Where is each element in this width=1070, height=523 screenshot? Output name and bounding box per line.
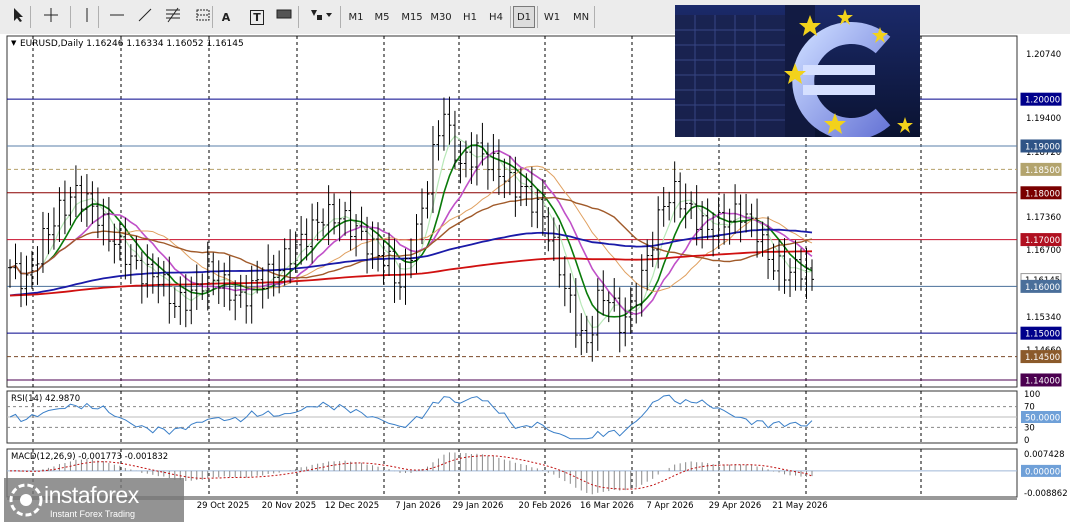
horizontal-line-tool-button[interactable] [106,6,128,28]
ecb-euro-photo [675,5,920,137]
level-tag-text: 1.14500 [1025,353,1060,363]
cursor-tool-button[interactable] [8,6,30,28]
macd-zero-text: 0.000000 [1025,467,1066,477]
fibonacci-tool-button[interactable] [162,6,184,28]
text-label-tool-button[interactable]: T [246,6,268,28]
instaforex-watermark: instaforex Instant Forex Trading [4,478,184,522]
timeframe-w1-button[interactable]: W1 [540,6,564,28]
toolbar-separator [298,6,299,28]
text-tool-button[interactable]: A [216,6,236,28]
horizontal-line-icon [109,7,125,32]
level-tag-text: 1.18000 [1025,189,1060,199]
timeframe-m15-button[interactable]: M15 [398,6,426,28]
toolbar-separator [510,6,511,28]
timeframe-d1-button[interactable]: D1 [513,6,535,28]
symbol-header: EURUSD,Daily 1.16246 1.16334 1.16052 1.1… [20,39,244,49]
x-axis-label: 12 Dec 2025 [325,501,379,511]
text-icon: A [221,11,231,24]
watermark-tagline: Instant Forex Trading [50,509,136,519]
timeframe-mn-button[interactable]: MN [569,6,593,28]
ohlc-value: 1.16052 [164,39,204,49]
timeframe-m1-button[interactable]: M1 [344,6,368,28]
rsi-label: RSI(14) 42.9870 [11,394,80,404]
macd-axis-bottom: -0.008862 [1024,489,1068,499]
price-axis-label: 1.15340 [1026,313,1061,323]
shapes-dropdown-icon [309,7,333,32]
ohlc-value: 1.16145 [204,39,244,49]
text-label-icon: T [250,9,264,25]
toolbar-separator [537,6,538,28]
timeframe-h1-button[interactable]: H1 [459,6,481,28]
timeframe-m30-button[interactable]: M30 [427,6,455,28]
symbol-name: EURUSD,Daily [20,39,84,49]
level-tag-text: 1.18500 [1025,166,1060,176]
ohlc-value: 1.16246 [83,39,123,49]
toolbar-separator [340,6,341,28]
rectangle-tool-button[interactable] [272,6,296,28]
toolbar-separator [70,6,71,28]
x-axis-label: 29 Jan 2026 [453,501,504,511]
level-tag-text: 1.17000 [1025,236,1060,246]
rsi-axis-label: 100 [1024,390,1040,400]
x-axis-label: 7 Apr 2026 [646,501,693,511]
trend-line-tool-button[interactable] [134,6,156,28]
x-axis-label: 21 May 2026 [772,501,827,511]
price-axis-label: 1.19400 [1026,114,1061,124]
x-axis-label: 20 Nov 2025 [262,501,316,511]
toolbar-separator [30,6,31,28]
rsi-axis-label: 30 [1024,423,1035,433]
level-tag-text: 1.14000 [1025,376,1060,386]
macd-axis-top: 0.007428 [1024,450,1065,460]
toolbar-separator [212,6,213,28]
level-tag-text: 1.15000 [1025,330,1060,340]
price-axis-label: 1.16700 [1026,246,1061,256]
cursor-icon [12,7,26,32]
crosshair-tool-button[interactable] [38,6,64,28]
price-axis-label: 1.17360 [1026,213,1061,223]
instaforex-logo-icon [9,483,43,517]
timeframe-m5-button[interactable]: M5 [370,6,394,28]
x-axis-label: 16 Mar 2026 [580,501,634,511]
watermark-brand: instaforex [44,482,139,508]
price-axis-label: 1.20740 [1026,50,1061,60]
x-axis-label: 20 Feb 2026 [519,501,572,511]
toolbar-separator [98,6,99,28]
vertical-line-tool-button[interactable] [78,6,96,28]
trend-line-icon [137,7,153,32]
x-axis-label: 29 Oct 2025 [197,501,250,511]
channel-icon [195,7,211,32]
timeframe-h4-button[interactable]: H4 [485,6,507,28]
x-axis-label: 29 Apr 2026 [709,501,762,511]
ohlc-value: 1.16334 [123,39,163,49]
macd-label: MACD(12,26,9) -0.001773 -0.001832 [11,452,168,462]
fibonacci-icon [165,7,181,32]
collapse-arrow-icon: ▼ [11,39,17,47]
x-axis-label: 7 Jan 2026 [395,501,441,511]
level-tag-text: 1.19000 [1025,142,1060,152]
crosshair-icon [43,7,59,32]
level-tag-text: 1.16000 [1025,283,1060,293]
shapes-dropdown-tool-button[interactable] [306,6,336,28]
level-tag-text: 1.20000 [1025,96,1060,106]
channel-tool-button[interactable] [192,6,214,28]
vertical-line-icon [81,7,93,32]
toolbar-separator [594,6,595,28]
rsi-marker-text: 50.0000 [1025,414,1060,424]
rsi-axis-label: 0 [1024,436,1029,446]
rectangle-icon [275,7,293,30]
